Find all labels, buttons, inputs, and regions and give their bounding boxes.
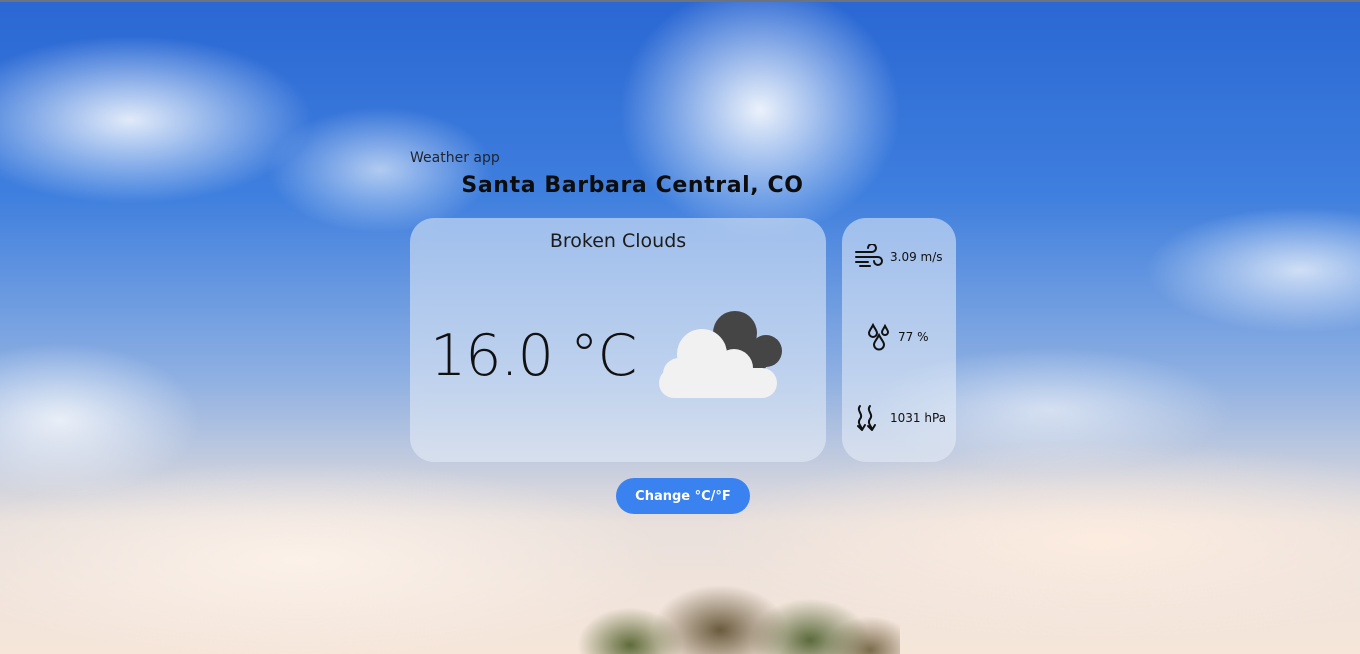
temperature-value: 16.0 °C	[430, 323, 637, 389]
current-weather-card: Broken Clouds 16.0 °C	[410, 218, 826, 462]
humidity-value: 77 %	[898, 330, 929, 344]
weather-condition: Broken Clouds	[549, 230, 687, 252]
weather-details-card: 3.09 m/s 77 % 1031 hPa	[842, 218, 956, 462]
location-title: Santa Barbara Central, CO	[461, 173, 804, 198]
change-unit-button[interactable]: Change °C/°F	[616, 478, 750, 514]
humidity-stat: 77 %	[866, 323, 929, 351]
wind-stat: 3.09 m/s	[854, 244, 943, 270]
pressure-arrows-icon	[857, 405, 876, 431]
top-border	[0, 0, 1360, 2]
app-title: Weather app	[410, 150, 500, 166]
broken-clouds-icon	[659, 311, 782, 398]
pressure-stat: 1031 hPa	[854, 403, 946, 433]
humidity-drops-icon	[867, 323, 890, 351]
wind-icon	[855, 244, 883, 267]
wind-value: 3.09 m/s	[890, 250, 943, 264]
background-trees	[560, 570, 900, 654]
pressure-value: 1031 hPa	[890, 411, 947, 425]
